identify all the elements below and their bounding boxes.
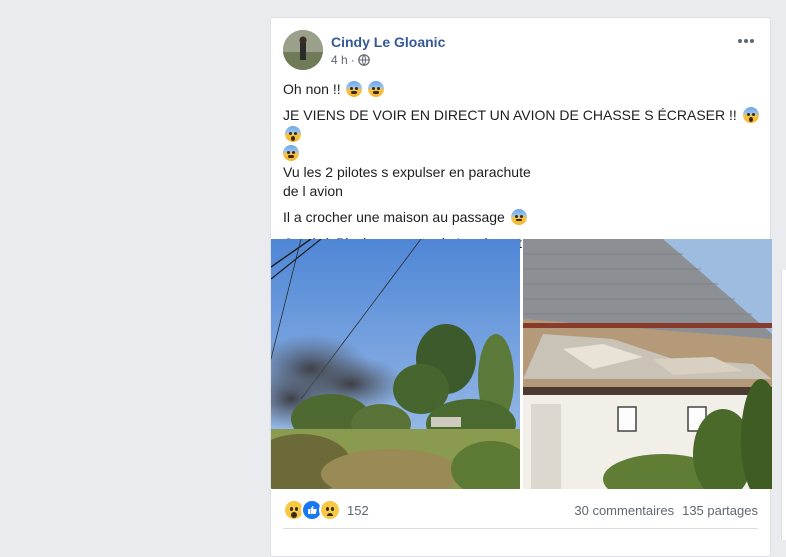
scream-emoji bbox=[742, 107, 759, 123]
post-line-5: Il a crocher une maison au passage bbox=[283, 208, 759, 227]
post-photos bbox=[271, 239, 772, 489]
post-line-2: JE VIENS DE VOIR EN DIRECT UN AVION DE C… bbox=[283, 106, 759, 163]
comments-count-link[interactable]: 30 commentaires bbox=[574, 503, 674, 518]
adjacent-panel-edge bbox=[781, 270, 786, 540]
smoke-over-trees-photo[interactable] bbox=[271, 239, 520, 489]
damaged-house-roof-photo[interactable] bbox=[523, 239, 772, 489]
grimace-emoji bbox=[283, 145, 299, 161]
footer-divider bbox=[283, 528, 758, 529]
post-time[interactable]: 4 h bbox=[331, 53, 348, 67]
sad-reaction-icon bbox=[319, 499, 341, 521]
post-text: Oh non !! JE VIENS DE VOIR EN DIRECT UN … bbox=[283, 80, 759, 260]
engagement-bar: 152 30 commentaires 135 partages bbox=[283, 498, 758, 522]
grimace-emoji bbox=[346, 81, 363, 97]
more-options-icon[interactable] bbox=[734, 32, 758, 50]
author-avatar[interactable] bbox=[283, 30, 323, 70]
scream-emoji bbox=[285, 126, 301, 142]
post-line-4-text: de l avion bbox=[283, 183, 343, 199]
post-line-4: de l avion bbox=[283, 182, 759, 201]
reaction-count[interactable]: 152 bbox=[347, 503, 369, 518]
shares-count-link[interactable]: 135 partages bbox=[682, 503, 758, 518]
fearful-emoji bbox=[510, 209, 527, 225]
meta-separator: · bbox=[350, 53, 355, 67]
globe-icon[interactable] bbox=[357, 54, 370, 66]
post-line-1-text: Oh non !! bbox=[283, 81, 341, 97]
post-meta: 4 h · bbox=[331, 53, 370, 67]
grimace-emoji bbox=[368, 81, 385, 97]
post-line-3: Vu les 2 pilotes s expulser en parachute bbox=[283, 163, 759, 182]
author-name[interactable]: Cindy Le Gloanic bbox=[331, 34, 445, 50]
post-line-5-text: Il a crocher une maison au passage bbox=[283, 209, 505, 225]
post-line-3-text: Vu les 2 pilotes s expulser en parachute bbox=[283, 164, 531, 180]
post-card: Cindy Le Gloanic 4 h · Oh non !! JE VIEN… bbox=[270, 17, 772, 557]
reactions-summary[interactable]: 152 bbox=[283, 499, 369, 521]
post-line-1: Oh non !! bbox=[283, 80, 759, 99]
post-line-2-text: JE VIENS DE VOIR EN DIRECT UN AVION DE C… bbox=[283, 107, 737, 123]
post-header: Cindy Le Gloanic 4 h · bbox=[283, 30, 758, 70]
